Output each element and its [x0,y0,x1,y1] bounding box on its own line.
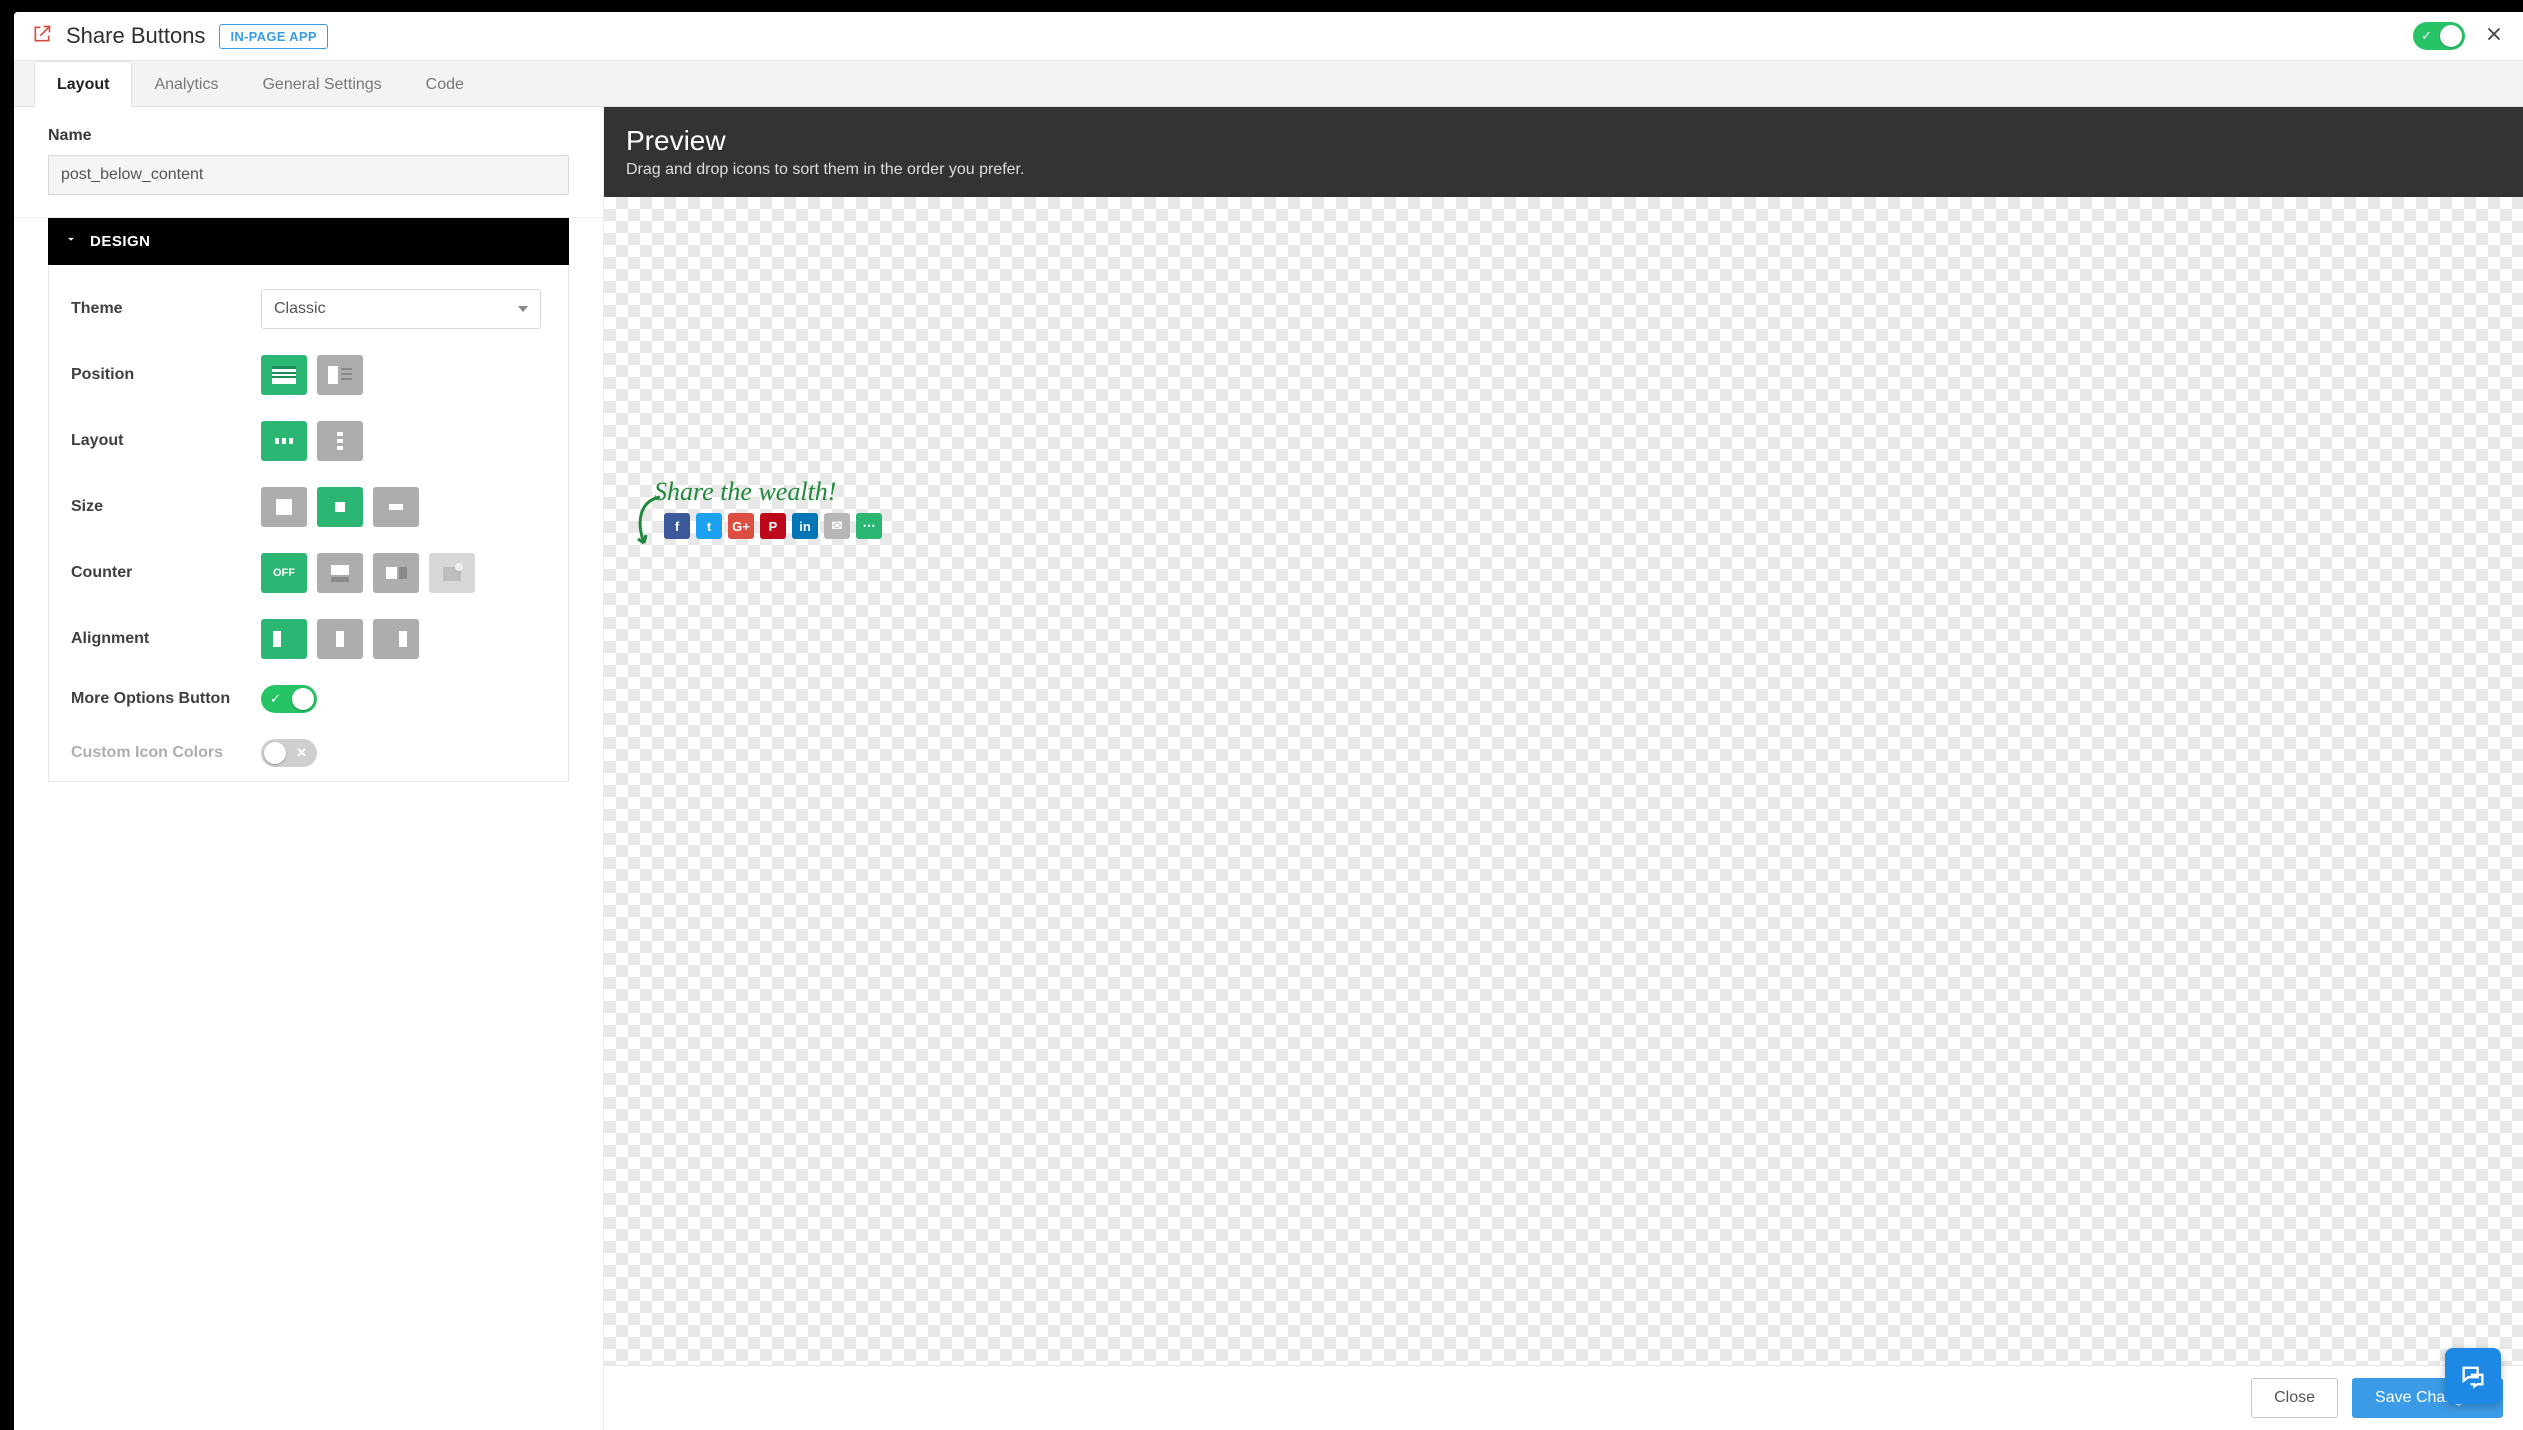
close-button[interactable]: Close [2251,1378,2338,1418]
chat-fab[interactable] [2445,1348,2501,1404]
settings-panel: Name DESIGN Theme Classic [14,107,604,1430]
more-options-toggle[interactable]: ✓ [261,685,317,713]
share-icon-facebook[interactable]: f [664,513,690,539]
share-icon-more[interactable]: ⋯ [856,513,882,539]
tab-layout[interactable]: Layout [34,61,132,107]
theme-label: Theme [71,300,261,318]
layout-option-horizontal[interactable] [261,421,307,461]
size-option-large[interactable] [261,487,307,527]
share-icon-google-plus[interactable]: G+ [728,513,754,539]
tab-analytics[interactable]: Analytics [132,62,240,106]
tab-code[interactable]: Code [404,62,486,106]
name-input[interactable] [48,155,569,195]
preview-panel: Preview Drag and drop icons to sort them… [604,107,2523,1430]
share-icon-linkedin[interactable]: in [792,513,818,539]
counter-option-off[interactable]: OFF [261,553,307,593]
share-icon-pinterest[interactable]: P [760,513,786,539]
counter-option-corner[interactable] [429,553,475,593]
size-option-medium[interactable] [317,487,363,527]
design-title: DESIGN [90,233,151,250]
design-accordion-body: Theme Classic Position [48,265,569,782]
custom-colors-toggle[interactable]: ✕ [261,739,317,767]
alignment-option-center[interactable] [317,619,363,659]
dropdown-caret-icon [518,306,528,312]
alignment-option-left[interactable] [261,619,307,659]
chevron-down-icon [64,232,78,251]
chat-icon [2459,1362,2487,1390]
close-icon[interactable] [2483,23,2505,50]
custom-colors-label: Custom Icon Colors [71,744,261,762]
theme-select[interactable]: Classic [261,289,541,329]
share-icon-email[interactable]: ✉ [824,513,850,539]
x-icon: ✕ [296,745,307,761]
position-option-full-width[interactable] [261,355,307,395]
alignment-option-right[interactable] [373,619,419,659]
tab-general[interactable]: General Settings [240,62,403,106]
share-slogan: Share the wealth! [654,477,882,507]
in-page-app-badge: IN-PAGE APP [219,24,327,49]
preview-canvas: Share the wealth! ftG+Pin✉⋯ [604,197,2523,1430]
check-icon: ✓ [2421,28,2432,44]
layout-option-vertical[interactable] [317,421,363,461]
modal-footer: Close Save Changes [604,1365,2523,1430]
theme-value: Classic [274,300,326,318]
share-icon-twitter[interactable]: t [696,513,722,539]
curved-arrow-icon [630,491,666,551]
check-icon: ✓ [270,691,281,707]
design-accordion-header[interactable]: DESIGN [48,218,569,265]
share-icon [32,24,52,49]
size-option-small[interactable] [373,487,419,527]
more-options-label: More Options Button [71,690,261,708]
share-icons-row: ftG+Pin✉⋯ [664,513,882,539]
counter-option-side[interactable] [373,553,419,593]
alignment-label: Alignment [71,630,261,648]
app-enabled-toggle[interactable]: ✓ [2413,22,2465,50]
position-label: Position [71,366,261,384]
app-header: Share Buttons IN-PAGE APP ✓ [14,12,2523,61]
layout-label: Layout [71,432,261,450]
name-label: Name [48,127,569,145]
preview-title: Preview [626,125,2501,157]
tabs: Layout Analytics General Settings Code [14,61,2523,107]
counter-label: Counter [71,564,261,582]
position-option-inline[interactable] [317,355,363,395]
size-label: Size [71,498,261,516]
counter-option-below[interactable] [317,553,363,593]
app-title: Share Buttons [66,23,205,49]
preview-subtitle: Drag and drop icons to sort them in the … [626,161,2501,179]
